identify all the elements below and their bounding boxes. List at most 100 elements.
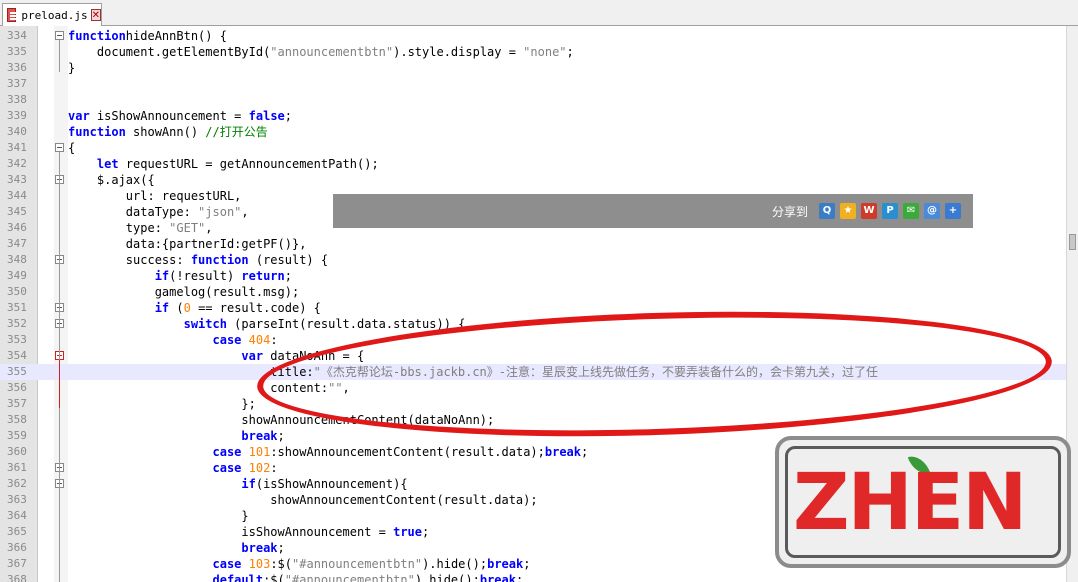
- line-number: 337: [7, 77, 27, 90]
- code-text: }: [68, 509, 249, 523]
- line-number: 360: [7, 445, 27, 458]
- line-number: 359: [7, 429, 27, 442]
- code-line[interactable]: 341 {: [0, 140, 1066, 156]
- code-text: function showAnn() //打开公告: [68, 125, 268, 139]
- line-number: 365: [7, 525, 27, 538]
- code-line[interactable]: 357 };: [0, 396, 1066, 412]
- code-line[interactable]: 356 content:"",: [0, 380, 1066, 396]
- fold-toggle-icon[interactable]: [55, 143, 64, 152]
- line-number: 368: [7, 573, 27, 582]
- code-line[interactable]: 334 functionhideAnnBtn() {: [0, 28, 1066, 44]
- code-line[interactable]: 336}: [0, 60, 1066, 76]
- line-number: 343: [7, 173, 27, 186]
- tab-preload-js[interactable]: preload.js ✕: [2, 3, 102, 26]
- code-line[interactable]: 351 if (0 == result.code) {: [0, 300, 1066, 316]
- fold-tree-line: [59, 360, 60, 408]
- favorite-star-icon[interactable]: ★: [840, 203, 856, 219]
- line-number: 346: [7, 221, 27, 234]
- code-line[interactable]: 358 showAnnouncementContent(dataNoAnn);: [0, 412, 1066, 428]
- code-text: title:"《杰克帮论坛-bbs.jackb.cn》-注意：星辰变上线先做任务…: [68, 365, 879, 379]
- line-number: 338: [7, 93, 27, 106]
- code-text: if(isShowAnnouncement){: [241, 477, 408, 491]
- line-number: 362: [7, 477, 27, 490]
- line-number: 341: [7, 141, 27, 154]
- tencent-weibo-share-icon[interactable]: P: [882, 203, 898, 219]
- code-line[interactable]: 342 let requestURL = getAnnouncementPath…: [0, 156, 1066, 172]
- line-number: 340: [7, 125, 27, 138]
- tab-bar: preload.js ✕: [0, 0, 1078, 26]
- code-text: type: "GET",: [68, 221, 213, 235]
- line-number: 339: [7, 109, 27, 122]
- line-number: 367: [7, 557, 27, 570]
- line-number: 345: [7, 205, 27, 218]
- wechat-share-icon[interactable]: ✉: [903, 203, 919, 219]
- code-line[interactable]: 349 if(!result) return;: [0, 268, 1066, 284]
- code-text: var isShowAnnouncement = false;: [68, 109, 292, 123]
- code-text: let requestURL = getAnnouncementPath();: [96, 157, 379, 171]
- code-text: success: function (result) {: [68, 253, 329, 267]
- code-text: data:{partnerId:getPF()},: [68, 237, 307, 251]
- tab-label: preload.js: [21, 8, 88, 22]
- code-text: }: [68, 61, 76, 75]
- code-line[interactable]: 347 data:{partnerId:getPF()},: [0, 236, 1066, 252]
- line-number: 353: [7, 333, 27, 346]
- line-number: 344: [7, 189, 27, 202]
- line-number: 334: [7, 29, 27, 42]
- more-share-icon[interactable]: +: [945, 203, 961, 219]
- code-text: case 103:$("#announcementbtn").hide();br…: [212, 557, 531, 571]
- line-number: 348: [7, 253, 27, 266]
- code-line[interactable]: 339 var isShowAnnouncement = false;: [0, 108, 1066, 124]
- code-line[interactable]: 352 switch (parseInt(result.data.status)…: [0, 316, 1066, 332]
- weibo-share-icon[interactable]: W: [861, 203, 877, 219]
- line-number: 364: [7, 509, 27, 522]
- line-number: 363: [7, 493, 27, 506]
- stamp-logo-text: ZHEN: [793, 458, 1027, 548]
- code-text: case 101:showAnnouncementContent(result.…: [212, 445, 589, 459]
- code-line[interactable]: 348 success: function (result) {: [0, 252, 1066, 268]
- share-bar: 分享到 Q ★ W P ✉ @ +: [333, 194, 973, 228]
- code-line[interactable]: 353 case 404:: [0, 332, 1066, 348]
- code-text: };: [68, 397, 256, 411]
- line-number: 356: [7, 381, 27, 394]
- line-number: 335: [7, 45, 27, 58]
- line-number: 357: [7, 397, 27, 410]
- line-number: 358: [7, 413, 27, 426]
- line-number: 355: [7, 365, 27, 378]
- code-text: url: requestURL,: [68, 189, 242, 203]
- code-line[interactable]: 340 function showAnn() //打开公告: [0, 124, 1066, 140]
- close-icon[interactable]: ✕: [90, 9, 101, 21]
- code-line[interactable]: 355 title:"《杰克帮论坛-bbs.jackb.cn》-注意：星辰变上线…: [0, 364, 1066, 380]
- scrollbar-thumb[interactable]: [1069, 234, 1076, 250]
- code-text: showAnnouncementContent(dataNoAnn);: [68, 413, 495, 427]
- fold-toggle-icon[interactable]: [55, 31, 64, 40]
- code-text: document.getElementById("announcementbtn…: [68, 45, 574, 59]
- code-text: gamelog(result.msg);: [68, 285, 300, 299]
- watermark-stamp: ZHEN: [775, 436, 1071, 568]
- fold-tree-line: [59, 40, 60, 72]
- code-line[interactable]: 335 document.getElementById("announcemen…: [0, 44, 1066, 60]
- line-number: 352: [7, 317, 27, 330]
- code-line[interactable]: 337: [0, 76, 1066, 92]
- code-text: case 404:: [212, 333, 278, 347]
- line-number: 354: [7, 349, 27, 362]
- code-line[interactable]: 350 gamelog(result.msg);: [0, 284, 1066, 300]
- code-line[interactable]: 343 $.ajax({: [0, 172, 1066, 188]
- email-share-icon[interactable]: @: [924, 203, 940, 219]
- code-text: break;: [241, 541, 285, 555]
- code-text: switch (parseInt(result.data.status)) {: [183, 317, 466, 331]
- line-number: 349: [7, 269, 27, 282]
- code-line[interactable]: 338: [0, 92, 1066, 108]
- line-number: 351: [7, 301, 27, 314]
- code-line[interactable]: 354 var dataNoAnn = {: [0, 348, 1066, 364]
- qzone-share-icon[interactable]: Q: [819, 203, 835, 219]
- code-text: {: [68, 141, 76, 155]
- code-text: showAnnouncementContent(result.data);: [68, 493, 538, 507]
- line-number: 342: [7, 157, 27, 170]
- code-text: var dataNoAnn = {: [241, 349, 365, 363]
- line-number: 336: [7, 61, 27, 74]
- code-text: $.ajax({: [68, 173, 155, 187]
- code-text: case 102:: [212, 461, 278, 475]
- file-modified-icon: [7, 8, 19, 22]
- code-line[interactable]: 368 default:$("#announcementbtn").hide()…: [0, 572, 1066, 582]
- code-text: break;: [241, 429, 285, 443]
